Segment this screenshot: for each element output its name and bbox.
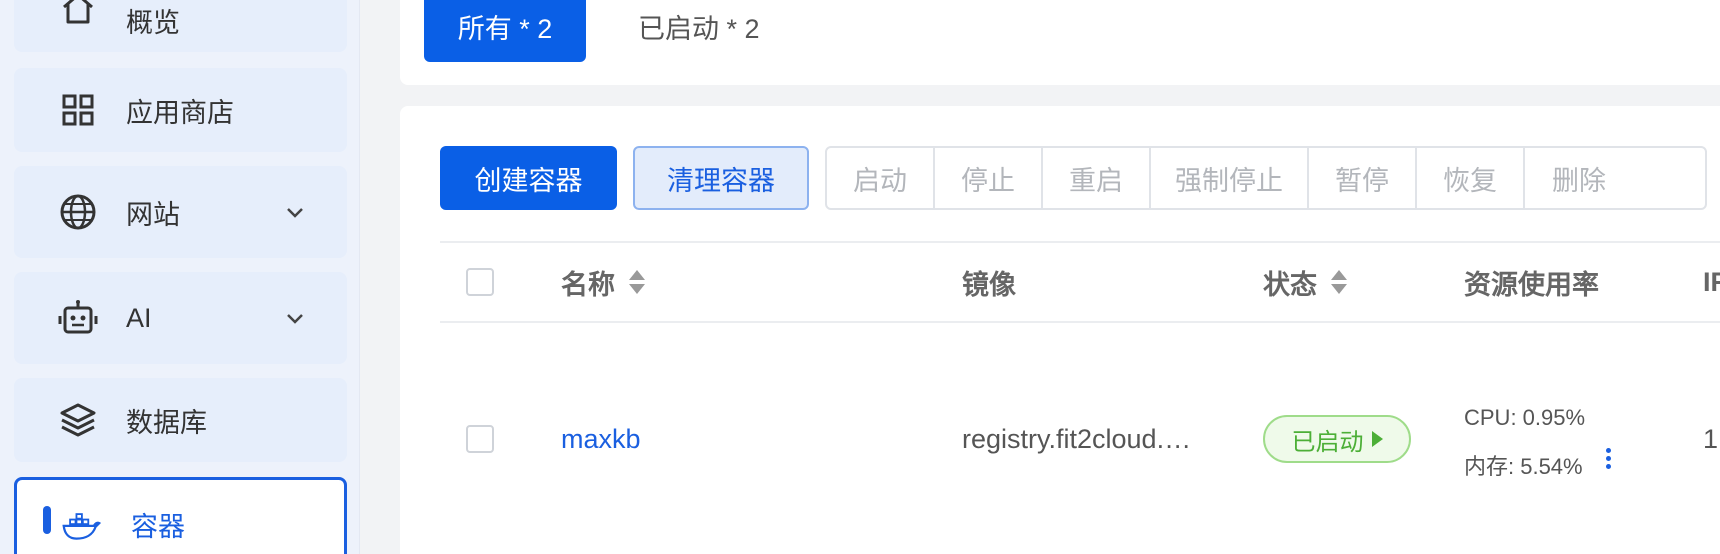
sidebar-item-websites[interactable]: 网站 — [14, 166, 347, 258]
tab-all[interactable]: 所有 * 2 — [424, 0, 586, 62]
container-name-link[interactable]: maxkb — [561, 424, 641, 455]
status-label: 已启动 — [1291, 428, 1364, 456]
chevron-down-icon[interactable] — [283, 306, 307, 330]
status-badge[interactable]: 已启动 — [1263, 415, 1411, 463]
globe-icon — [58, 192, 98, 232]
sidebar-item-containers[interactable]: 容器 — [14, 477, 347, 554]
sidebar-item-app-store[interactable]: 应用商店 — [14, 68, 347, 152]
filter-tabs-card: 所有 * 2 已启动 * 2 — [400, 0, 1720, 85]
more-options-icon[interactable] — [1606, 448, 1612, 472]
sidebar-item-label: 网站 — [126, 199, 180, 230]
row-checkbox[interactable] — [466, 425, 494, 453]
container-image: registry.fit2cloud.… — [962, 424, 1192, 454]
home-icon — [58, 0, 98, 28]
sidebar-item-label: 应用商店 — [126, 97, 234, 128]
container-list-card: 创建容器 清理容器 启动 停止 重启 强制停止 暂停 恢复 删除 名称 镜像 状… — [400, 106, 1720, 554]
container-ip: 1 — [1703, 424, 1719, 454]
tab-running[interactable]: 已启动 * 2 — [638, 0, 760, 62]
sidebar-item-database[interactable]: 数据库 — [14, 378, 347, 462]
sidebar-item-label: 容器 — [131, 512, 185, 542]
active-indicator — [43, 506, 51, 534]
play-icon — [1371, 431, 1383, 447]
sidebar-item-label: 数据库 — [126, 407, 207, 438]
memory-usage: 内存: 5.54% — [1464, 454, 1583, 479]
cpu-usage: CPU: 0.95% — [1464, 405, 1586, 430]
grid-icon — [58, 90, 98, 130]
sidebar-item-label: 概览 — [126, 8, 180, 38]
table-row: maxkb registry.fit2cloud.… 已启动 CPU: 0.95… — [440, 106, 1720, 479]
docker-icon — [61, 505, 101, 545]
sidebar-item-ai[interactable]: AI — [14, 272, 347, 364]
sidebar: 概览 应用商店 网站 AI 数据库 容器 — [0, 0, 360, 554]
sidebar-item-label: AI — [126, 302, 152, 333]
sidebar-item-overview[interactable]: 概览 — [14, 0, 347, 52]
chevron-down-icon[interactable] — [283, 200, 307, 224]
layers-icon — [58, 400, 98, 440]
robot-icon — [58, 298, 98, 338]
